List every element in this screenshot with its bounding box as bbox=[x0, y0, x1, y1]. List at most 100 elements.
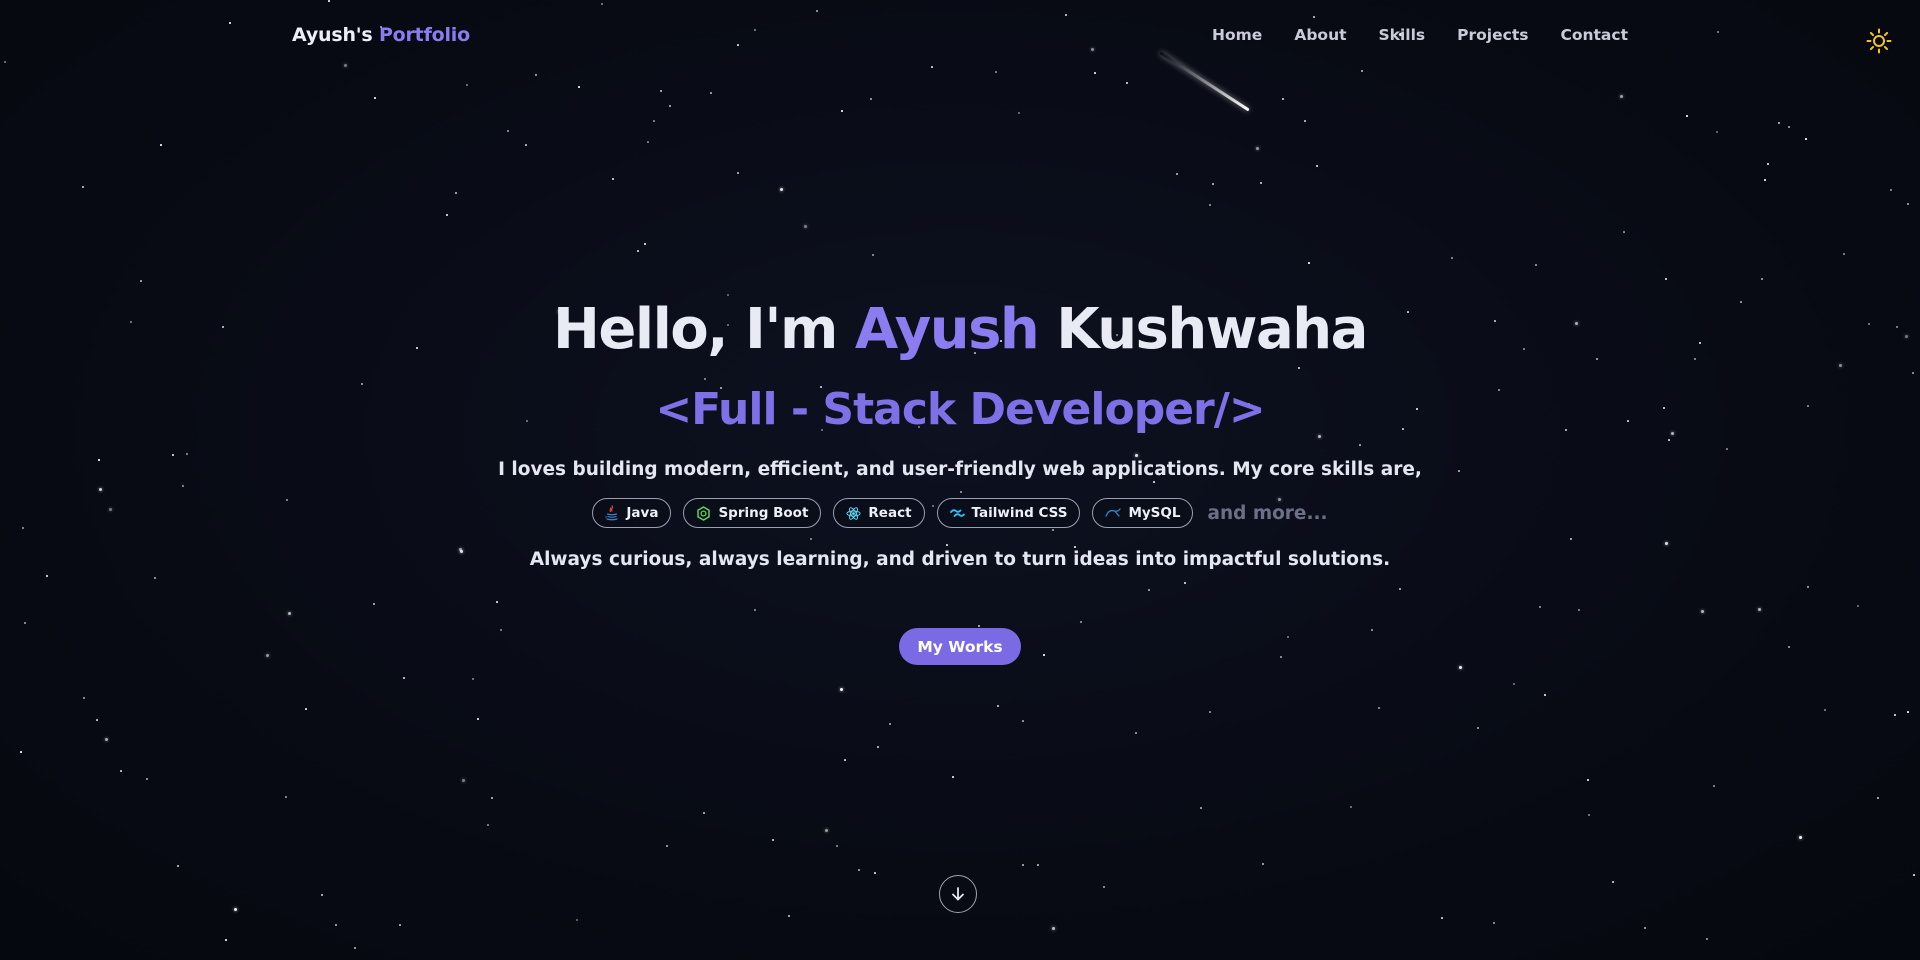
star bbox=[1764, 179, 1766, 181]
star bbox=[1807, 586, 1809, 588]
brand-second: Portfolio bbox=[378, 24, 470, 46]
star bbox=[844, 759, 846, 761]
star bbox=[1544, 694, 1546, 696]
star bbox=[601, 3, 603, 5]
skill-label: Spring Boot bbox=[718, 505, 809, 521]
star bbox=[1857, 605, 1859, 607]
skill-chip-tailwind: Tailwind CSS bbox=[936, 498, 1081, 528]
brand-logo[interactable]: Ayush's Portfolio bbox=[292, 24, 470, 46]
star bbox=[870, 98, 872, 100]
star bbox=[1907, 203, 1909, 205]
nav-contact[interactable]: Contact bbox=[1560, 26, 1628, 44]
star bbox=[328, 0, 330, 2]
theme-toggle[interactable] bbox=[1866, 28, 1892, 54]
star bbox=[99, 488, 102, 491]
hero-description: I loves building modern, efficient, and … bbox=[498, 459, 1422, 480]
nav-projects[interactable]: Projects bbox=[1457, 26, 1528, 44]
star bbox=[462, 779, 465, 782]
star bbox=[266, 654, 269, 657]
react-icon bbox=[846, 506, 861, 520]
star bbox=[1280, 656, 1282, 658]
java-icon bbox=[606, 505, 619, 521]
scroll-down-button[interactable] bbox=[939, 875, 977, 913]
skill-chips: Java Spring Boot React Tailwind CSS MySQ… bbox=[0, 498, 1920, 528]
star bbox=[874, 872, 876, 874]
skill-label: Tailwind CSS bbox=[971, 505, 1068, 521]
star bbox=[816, 10, 818, 12]
star bbox=[1184, 582, 1186, 584]
skill-label: MySQL bbox=[1128, 505, 1181, 521]
star bbox=[1877, 797, 1879, 799]
star bbox=[1668, 439, 1670, 441]
star bbox=[140, 280, 142, 282]
my-works-button[interactable]: My Works bbox=[899, 628, 1021, 665]
star bbox=[1644, 927, 1646, 929]
star bbox=[20, 751, 22, 753]
star bbox=[1493, 922, 1495, 924]
star bbox=[1282, 98, 1284, 100]
star bbox=[754, 29, 756, 31]
star bbox=[1824, 709, 1826, 711]
star bbox=[288, 612, 291, 615]
star bbox=[1074, 546, 1076, 548]
star bbox=[788, 915, 790, 917]
star bbox=[1588, 814, 1590, 816]
star bbox=[1052, 927, 1055, 930]
star bbox=[1080, 621, 1082, 623]
star bbox=[840, 688, 843, 691]
star bbox=[703, 812, 705, 814]
brand-first: Ayush's bbox=[292, 24, 373, 46]
star bbox=[946, 544, 948, 546]
star bbox=[1716, 131, 1718, 133]
star bbox=[1135, 454, 1138, 457]
star bbox=[1313, 16, 1315, 18]
star bbox=[1399, 588, 1401, 590]
star bbox=[1361, 70, 1363, 72]
nav-about[interactable]: About bbox=[1294, 26, 1346, 44]
star bbox=[1686, 115, 1688, 117]
star bbox=[321, 894, 323, 896]
star bbox=[1022, 720, 1024, 722]
star bbox=[4, 61, 6, 63]
star bbox=[1587, 779, 1589, 781]
star bbox=[669, 105, 671, 107]
star bbox=[146, 778, 148, 780]
star bbox=[1308, 262, 1310, 264]
star bbox=[1706, 938, 1708, 940]
star bbox=[1513, 683, 1515, 685]
star bbox=[96, 719, 98, 721]
star bbox=[1256, 147, 1259, 150]
star bbox=[644, 243, 646, 245]
star bbox=[1778, 122, 1780, 124]
hero-greeting: Hello, I'm bbox=[553, 297, 838, 362]
star bbox=[825, 829, 828, 832]
star bbox=[373, 603, 375, 605]
star bbox=[858, 869, 860, 871]
star bbox=[120, 770, 122, 772]
hero-last-name: Kushwaha bbox=[1056, 297, 1368, 362]
star bbox=[1209, 711, 1211, 713]
star bbox=[780, 188, 783, 191]
skill-label: Java bbox=[626, 505, 659, 521]
star bbox=[491, 797, 493, 799]
star bbox=[1459, 666, 1462, 669]
star bbox=[1318, 435, 1321, 438]
star bbox=[172, 454, 174, 456]
star bbox=[1912, 372, 1914, 374]
star bbox=[1894, 714, 1896, 716]
star bbox=[1665, 542, 1668, 545]
starfield bbox=[0, 0, 1920, 960]
mysql-icon bbox=[1105, 508, 1122, 517]
star bbox=[1094, 72, 1096, 74]
star bbox=[1176, 173, 1178, 175]
nav-home[interactable]: Home bbox=[1212, 26, 1262, 44]
star bbox=[1761, 278, 1763, 280]
star bbox=[952, 776, 954, 778]
star bbox=[1477, 727, 1479, 729]
star bbox=[496, 601, 498, 603]
hero-first-name: Ayush bbox=[854, 297, 1040, 362]
star bbox=[653, 120, 655, 122]
nav-skills[interactable]: Skills bbox=[1379, 26, 1426, 44]
star bbox=[1371, 629, 1373, 631]
star bbox=[1758, 608, 1761, 611]
